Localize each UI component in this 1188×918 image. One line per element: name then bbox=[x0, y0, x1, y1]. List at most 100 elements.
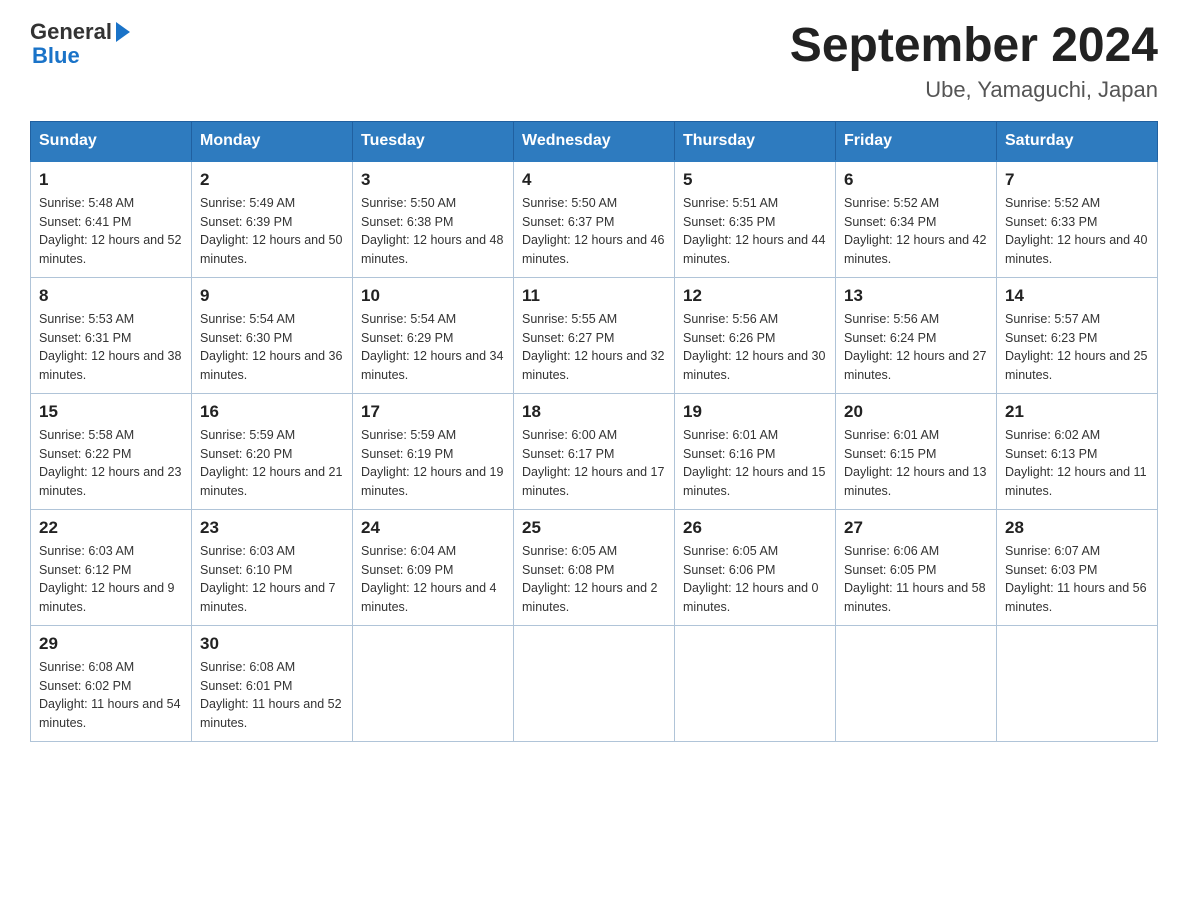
day-info: Sunrise: 5:51 AMSunset: 6:35 PMDaylight:… bbox=[683, 194, 827, 269]
day-info: Sunrise: 5:50 AMSunset: 6:38 PMDaylight:… bbox=[361, 194, 505, 269]
day-number: 18 bbox=[522, 402, 666, 422]
day-number: 10 bbox=[361, 286, 505, 306]
day-info: Sunrise: 5:56 AMSunset: 6:26 PMDaylight:… bbox=[683, 310, 827, 385]
calendar-cell bbox=[514, 625, 675, 741]
day-info: Sunrise: 5:52 AMSunset: 6:33 PMDaylight:… bbox=[1005, 194, 1149, 269]
calendar-cell: 28 Sunrise: 6:07 AMSunset: 6:03 PMDayligh… bbox=[997, 509, 1158, 625]
day-info: Sunrise: 5:58 AMSunset: 6:22 PMDaylight:… bbox=[39, 426, 183, 501]
day-info: Sunrise: 6:06 AMSunset: 6:05 PMDaylight:… bbox=[844, 542, 988, 617]
week-row-2: 8Sunrise: 5:53 AMSunset: 6:31 PMDaylight… bbox=[31, 277, 1158, 393]
day-number: 30 bbox=[200, 634, 344, 654]
day-number: 28 bbox=[1005, 518, 1149, 538]
calendar-cell: 5 Sunrise: 5:51 AMSunset: 6:35 PMDaylight… bbox=[675, 161, 836, 278]
calendar-cell: 25 Sunrise: 6:05 AMSunset: 6:08 PMDayligh… bbox=[514, 509, 675, 625]
day-number: 27 bbox=[844, 518, 988, 538]
day-info: Sunrise: 6:00 AMSunset: 6:17 PMDaylight:… bbox=[522, 426, 666, 501]
page-title: September 2024 bbox=[790, 20, 1158, 73]
column-header-thursday: Thursday bbox=[675, 121, 836, 161]
day-number: 20 bbox=[844, 402, 988, 422]
day-number: 21 bbox=[1005, 402, 1149, 422]
column-header-sunday: Sunday bbox=[31, 121, 192, 161]
column-header-monday: Monday bbox=[192, 121, 353, 161]
week-row-1: 1 Sunrise: 5:48 AMSunset: 6:41 PMDaylight… bbox=[31, 161, 1158, 278]
day-info: Sunrise: 5:59 AMSunset: 6:20 PMDaylight:… bbox=[200, 426, 344, 501]
day-info: Sunrise: 6:02 AMSunset: 6:13 PMDaylight:… bbox=[1005, 426, 1149, 501]
calendar-cell: 13 Sunrise: 5:56 AMSunset: 6:24 PMDayligh… bbox=[836, 277, 997, 393]
day-number: 9 bbox=[200, 286, 344, 306]
day-number: 5 bbox=[683, 170, 827, 190]
calendar-table: SundayMondayTuesdayWednesdayThursdayFrid… bbox=[30, 121, 1158, 742]
calendar-cell: 12Sunrise: 5:56 AMSunset: 6:26 PMDayligh… bbox=[675, 277, 836, 393]
day-number: 25 bbox=[522, 518, 666, 538]
day-number: 1 bbox=[39, 170, 183, 190]
calendar-cell: 21 Sunrise: 6:02 AMSunset: 6:13 PMDayligh… bbox=[997, 393, 1158, 509]
calendar-cell: 24 Sunrise: 6:04 AMSunset: 6:09 PMDayligh… bbox=[353, 509, 514, 625]
column-header-saturday: Saturday bbox=[997, 121, 1158, 161]
day-info: Sunrise: 6:05 AMSunset: 6:08 PMDaylight:… bbox=[522, 542, 666, 617]
day-info: Sunrise: 5:48 AMSunset: 6:41 PMDaylight:… bbox=[39, 194, 183, 269]
calendar-cell: 14 Sunrise: 5:57 AMSunset: 6:23 PMDayligh… bbox=[997, 277, 1158, 393]
calendar-cell: 30 Sunrise: 6:08 AMSunset: 6:01 PMDayligh… bbox=[192, 625, 353, 741]
column-header-tuesday: Tuesday bbox=[353, 121, 514, 161]
calendar-cell: 27 Sunrise: 6:06 AMSunset: 6:05 PMDayligh… bbox=[836, 509, 997, 625]
day-number: 17 bbox=[361, 402, 505, 422]
calendar-header-row: SundayMondayTuesdayWednesdayThursdayFrid… bbox=[31, 121, 1158, 161]
day-number: 15 bbox=[39, 402, 183, 422]
day-info: Sunrise: 5:59 AMSunset: 6:19 PMDaylight:… bbox=[361, 426, 505, 501]
day-number: 11 bbox=[522, 286, 666, 306]
day-info: Sunrise: 6:01 AMSunset: 6:16 PMDaylight:… bbox=[683, 426, 827, 501]
day-number: 29 bbox=[39, 634, 183, 654]
calendar-cell: 3Sunrise: 5:50 AMSunset: 6:38 PMDaylight… bbox=[353, 161, 514, 278]
calendar-cell: 20 Sunrise: 6:01 AMSunset: 6:15 PMDayligh… bbox=[836, 393, 997, 509]
day-number: 4 bbox=[522, 170, 666, 190]
week-row-5: 29 Sunrise: 6:08 AMSunset: 6:02 PMDayligh… bbox=[31, 625, 1158, 741]
logo-triangle-icon bbox=[116, 22, 130, 42]
logo-text-general: General bbox=[30, 20, 112, 44]
calendar-cell: 17 Sunrise: 5:59 AMSunset: 6:19 PMDayligh… bbox=[353, 393, 514, 509]
calendar-cell: 22Sunrise: 6:03 AMSunset: 6:12 PMDayligh… bbox=[31, 509, 192, 625]
day-info: Sunrise: 6:08 AMSunset: 6:02 PMDaylight:… bbox=[39, 658, 183, 733]
day-number: 19 bbox=[683, 402, 827, 422]
column-header-wednesday: Wednesday bbox=[514, 121, 675, 161]
column-header-friday: Friday bbox=[836, 121, 997, 161]
day-info: Sunrise: 5:54 AMSunset: 6:30 PMDaylight:… bbox=[200, 310, 344, 385]
day-info: Sunrise: 6:07 AMSunset: 6:03 PMDaylight:… bbox=[1005, 542, 1149, 617]
day-number: 23 bbox=[200, 518, 344, 538]
day-info: Sunrise: 5:52 AMSunset: 6:34 PMDaylight:… bbox=[844, 194, 988, 269]
day-info: Sunrise: 5:54 AMSunset: 6:29 PMDaylight:… bbox=[361, 310, 505, 385]
logo: General Blue bbox=[30, 20, 134, 68]
calendar-cell: 1 Sunrise: 5:48 AMSunset: 6:41 PMDaylight… bbox=[31, 161, 192, 278]
day-info: Sunrise: 6:04 AMSunset: 6:09 PMDaylight:… bbox=[361, 542, 505, 617]
calendar-cell: 10 Sunrise: 5:54 AMSunset: 6:29 PMDayligh… bbox=[353, 277, 514, 393]
calendar-cell: 18 Sunrise: 6:00 AMSunset: 6:17 PMDayligh… bbox=[514, 393, 675, 509]
page-subtitle: Ube, Yamaguchi, Japan bbox=[790, 77, 1158, 103]
week-row-3: 15 Sunrise: 5:58 AMSunset: 6:22 PMDayligh… bbox=[31, 393, 1158, 509]
calendar-cell: 11Sunrise: 5:55 AMSunset: 6:27 PMDayligh… bbox=[514, 277, 675, 393]
calendar-cell bbox=[836, 625, 997, 741]
day-number: 2 bbox=[200, 170, 344, 190]
day-number: 7 bbox=[1005, 170, 1149, 190]
calendar-cell: 2 Sunrise: 5:49 AMSunset: 6:39 PMDaylight… bbox=[192, 161, 353, 278]
calendar-cell: 6Sunrise: 5:52 AMSunset: 6:34 PMDaylight… bbox=[836, 161, 997, 278]
day-number: 24 bbox=[361, 518, 505, 538]
calendar-cell: 9 Sunrise: 5:54 AMSunset: 6:30 PMDaylight… bbox=[192, 277, 353, 393]
day-info: Sunrise: 5:56 AMSunset: 6:24 PMDaylight:… bbox=[844, 310, 988, 385]
calendar-cell: 23Sunrise: 6:03 AMSunset: 6:10 PMDayligh… bbox=[192, 509, 353, 625]
day-number: 16 bbox=[200, 402, 344, 422]
calendar-cell: 8Sunrise: 5:53 AMSunset: 6:31 PMDaylight… bbox=[31, 277, 192, 393]
day-info: Sunrise: 5:57 AMSunset: 6:23 PMDaylight:… bbox=[1005, 310, 1149, 385]
calendar-cell: 19 Sunrise: 6:01 AMSunset: 6:16 PMDayligh… bbox=[675, 393, 836, 509]
day-info: Sunrise: 6:01 AMSunset: 6:15 PMDaylight:… bbox=[844, 426, 988, 501]
day-number: 14 bbox=[1005, 286, 1149, 306]
calendar-cell: 26Sunrise: 6:05 AMSunset: 6:06 PMDayligh… bbox=[675, 509, 836, 625]
day-number: 13 bbox=[844, 286, 988, 306]
page-header: General Blue September 2024 Ube, Yamaguc… bbox=[30, 20, 1158, 103]
calendar-cell bbox=[997, 625, 1158, 741]
day-info: Sunrise: 5:49 AMSunset: 6:39 PMDaylight:… bbox=[200, 194, 344, 269]
calendar-cell: 7 Sunrise: 5:52 AMSunset: 6:33 PMDaylight… bbox=[997, 161, 1158, 278]
day-info: Sunrise: 6:03 AMSunset: 6:12 PMDaylight:… bbox=[39, 542, 183, 617]
day-info: Sunrise: 6:05 AMSunset: 6:06 PMDaylight:… bbox=[683, 542, 827, 617]
calendar-cell bbox=[675, 625, 836, 741]
day-info: Sunrise: 6:08 AMSunset: 6:01 PMDaylight:… bbox=[200, 658, 344, 733]
calendar-cell: 4Sunrise: 5:50 AMSunset: 6:37 PMDaylight… bbox=[514, 161, 675, 278]
